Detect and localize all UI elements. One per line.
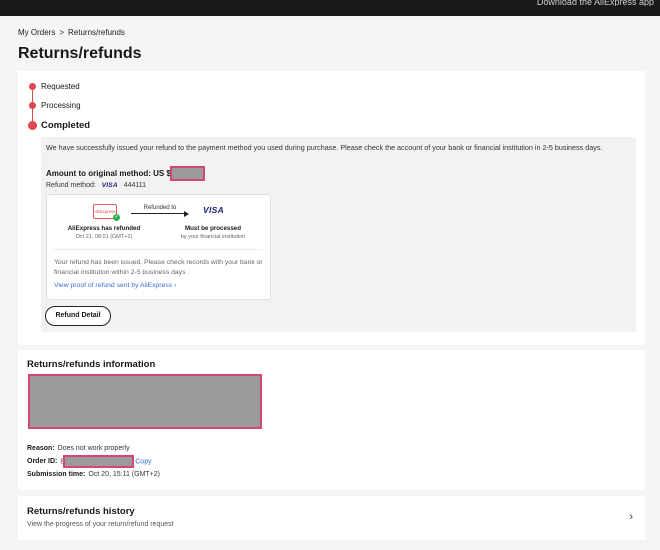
financial-institution-note: by your financial institution: [180, 234, 246, 240]
redacted-order-id: [63, 455, 135, 468]
copy-order-id-button[interactable]: Copy: [135, 458, 151, 465]
refund-detail-button[interactable]: Refund Detail: [45, 306, 111, 326]
breadcrumb-my-orders[interactable]: My Orders: [18, 28, 55, 37]
amount-label: Amount to original method:: [46, 169, 151, 178]
submission-time-value: Oct 20, 15:11 (GMT+2): [88, 471, 160, 478]
amount-currency: US $: [153, 169, 171, 178]
reason-value: Does not work properly: [57, 445, 130, 452]
redacted-product-image: [28, 374, 262, 429]
history-title: Returns/refunds history: [27, 506, 135, 517]
app-download-link[interactable]: Download the AliExpress app: [537, 0, 654, 6]
history-subtitle: View the progress of your return/refund …: [27, 521, 174, 528]
step-dot-processing: [29, 102, 36, 109]
refund-method-label: Refund method:: [46, 182, 96, 189]
must-be-processed-title: Must be processed: [184, 225, 242, 232]
refund-detail-panel: We have successfully issued your refund …: [41, 137, 636, 332]
breadcrumb: My Orders > Returns/refunds: [18, 27, 125, 38]
arrow-right-icon: [131, 211, 189, 217]
divider: [54, 249, 263, 250]
refunded-time: Oct 21, 08:01 (GMT+2): [75, 234, 133, 240]
info-title: Returns/refunds information: [27, 359, 156, 370]
refund-info-card: Returns/refunds information Reason: Does …: [18, 350, 645, 490]
view-proof-link[interactable]: View proof of refund sent by AliExpress …: [54, 281, 176, 291]
refund-message: We have successfully issued your refund …: [46, 143, 603, 152]
order-id-row: Order ID: 8 Copy: [27, 455, 152, 468]
reason-label: Reason:: [27, 445, 55, 452]
step-dot-completed: [28, 121, 37, 130]
refunded-column: AliExpress has refunded Oct 21, 08:01 (G…: [54, 225, 154, 241]
step-dot-requested: [29, 83, 36, 90]
order-id-label: Order ID:: [27, 458, 58, 466]
refunded-to-label: Refunded to: [143, 205, 177, 211]
redacted-amount: [169, 166, 205, 182]
step-label-processing: Processing: [41, 101, 81, 110]
check-icon: ✓: [113, 214, 120, 221]
refund-flow-box: AliExpress ✓ Refunded to VISA AliExpress…: [46, 194, 271, 300]
visa-card-icon: VISA: [101, 182, 118, 189]
refunded-title: AliExpress has refunded: [67, 225, 141, 232]
processing-column: Must be processed by your financial inst…: [163, 225, 263, 241]
order-id-prefix: 8: [60, 458, 65, 466]
submission-time-label: Submission time:: [27, 471, 86, 478]
page-title: Returns/refunds: [18, 45, 142, 62]
refund-method-card-number: 444111: [123, 182, 147, 189]
refund-issued-message: Your refund has been issued. Please chec…: [54, 259, 263, 276]
step-label-completed: Completed: [41, 120, 91, 131]
refund-history-card[interactable]: Returns/refunds history View the progres…: [18, 496, 645, 540]
reason-row: Reason: Does not work properly: [27, 444, 130, 454]
breadcrumb-current: Returns/refunds: [68, 28, 125, 37]
submission-time-row: Submission time: Oct 20, 15:11 (GMT+2): [27, 470, 160, 480]
top-bar: Download the AliExpress app: [0, 0, 660, 16]
amount-row: Amount to original method: US $: [46, 166, 205, 182]
visa-logo-icon: VISA: [203, 205, 225, 215]
refund-method-row: Refund method: VISA 444111: [46, 181, 146, 191]
breadcrumb-separator: >: [59, 28, 65, 37]
step-label-requested: Requested: [41, 82, 80, 91]
chevron-right-icon[interactable]: ›: [629, 511, 633, 523]
refund-status-card: Requested Processing Completed We have s…: [18, 71, 645, 345]
